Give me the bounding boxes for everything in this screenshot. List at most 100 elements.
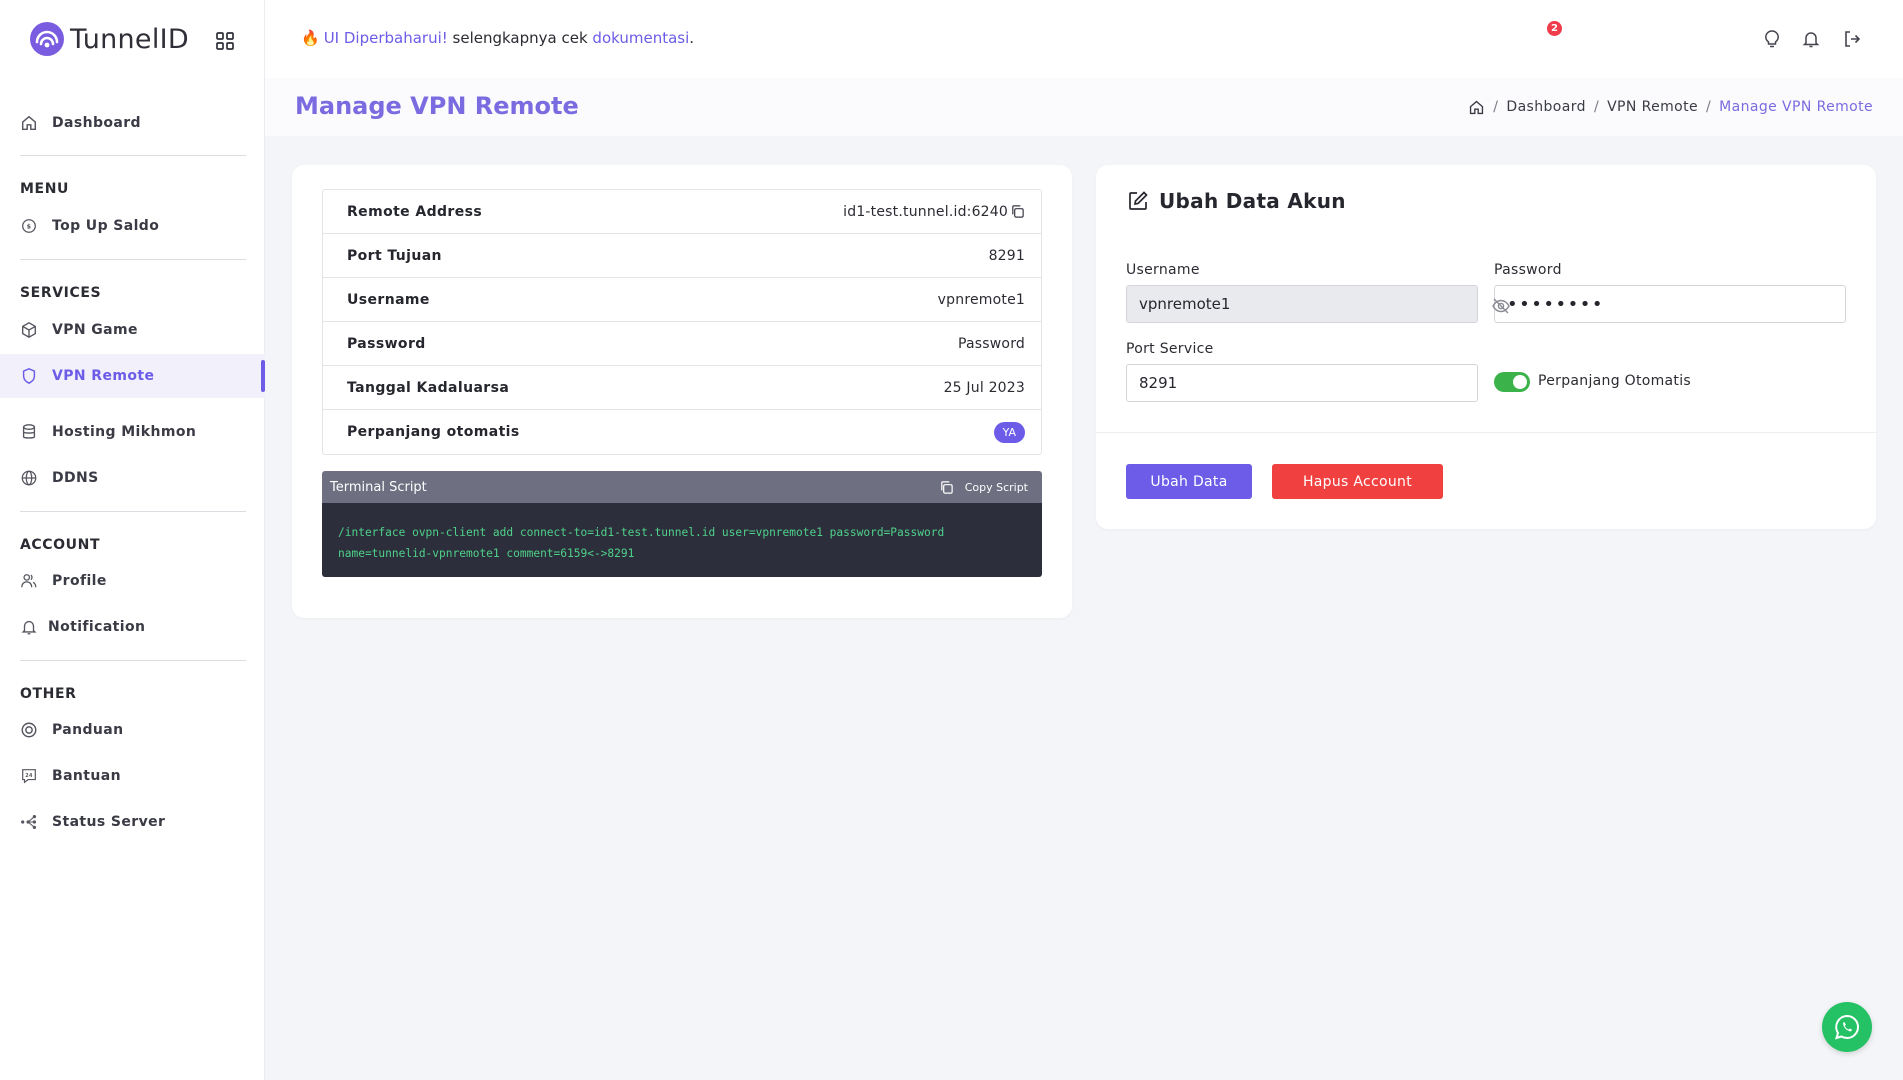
section-other: OTHER xyxy=(20,686,77,702)
divider xyxy=(20,259,246,260)
copy-script-button[interactable]: Copy Script xyxy=(939,479,1028,495)
breadcrumb-separator: / xyxy=(1593,99,1600,115)
edit-icon xyxy=(1126,189,1150,213)
password-field[interactable]: •••••••• xyxy=(1494,285,1846,323)
info-key: Username xyxy=(347,291,430,308)
page-title: Manage VPN Remote xyxy=(295,92,579,120)
sidebar-item-label: DDNS xyxy=(52,470,99,486)
port-service-label: Port Service xyxy=(1126,341,1214,357)
terminal-script-block: Terminal Script Copy Script /interface o… xyxy=(322,471,1042,577)
sidebar-item-hosting-mikhmon[interactable]: Hosting Mikhmon xyxy=(0,410,265,454)
sidebar-item-label: Hosting Mikhmon xyxy=(52,424,197,440)
sidebar-item-top-up[interactable]: $ Top Up Saldo xyxy=(0,204,265,248)
sidebar-item-ddns[interactable]: DDNS xyxy=(0,456,265,500)
divider xyxy=(20,511,246,512)
apps-grid-icon[interactable] xyxy=(214,30,236,52)
info-row-port-tujuan: Port Tujuan 8291 xyxy=(323,234,1041,278)
sidebar-item-vpn-remote[interactable]: VPN Remote xyxy=(0,354,265,398)
network-nodes-icon xyxy=(20,813,38,831)
database-icon xyxy=(20,423,38,441)
support-24-icon: 24 xyxy=(20,767,38,785)
divider xyxy=(20,155,246,156)
info-key: Tanggal Kadaluarsa xyxy=(347,379,510,396)
info-key: Port Tujuan xyxy=(347,247,442,264)
sidebar-item-label: Notification xyxy=(48,619,146,635)
info-key: Remote Address xyxy=(347,203,483,220)
sidebar-item-dashboard[interactable]: Dashboard xyxy=(0,101,265,145)
port-service-field[interactable]: 8291 xyxy=(1126,364,1478,402)
update-data-button[interactable]: Ubah Data xyxy=(1126,464,1252,499)
info-row-password: Password Password xyxy=(323,322,1041,366)
section-services: SERVICES xyxy=(20,285,102,301)
username-field: vpnremote1 xyxy=(1126,285,1478,323)
section-account: ACCOUNT xyxy=(20,537,101,553)
breadcrumb: / Dashboard / VPN Remote / Manage VPN Re… xyxy=(1467,98,1873,116)
status-badge: YA xyxy=(993,421,1025,443)
announcement: 🔥 UI Diperbaharui! selengkapnya cek doku… xyxy=(301,29,694,47)
info-value: Password xyxy=(958,335,1025,352)
cube-icon xyxy=(20,321,38,339)
page-header: Manage VPN Remote / Dashboard / VPN Remo… xyxy=(265,78,1903,136)
whatsapp-chat-button[interactable] xyxy=(1822,1002,1872,1052)
info-row-expiry-date: Tanggal Kadaluarsa 25 Jul 2023 xyxy=(323,366,1041,410)
sidebar-item-profile[interactable]: Profile xyxy=(0,559,265,603)
terminal-title: Terminal Script xyxy=(330,479,427,495)
sidebar-item-label: Dashboard xyxy=(52,115,141,131)
breadcrumb-vpn-remote[interactable]: VPN Remote xyxy=(1607,99,1698,115)
sidebar-item-label: Panduan xyxy=(52,722,124,738)
info-key: Password xyxy=(347,335,426,352)
info-key: Perpanjang otomatis xyxy=(347,424,520,440)
announcement-text: selengkapnya cek xyxy=(447,29,593,47)
vpn-info-table: Remote Address id1-test.tunnel.id:6240 P… xyxy=(322,189,1042,455)
sidebar-item-status-server[interactable]: Status Server xyxy=(0,800,265,844)
info-value: 25 Jul 2023 xyxy=(943,379,1025,396)
sidebar-item-label: Status Server xyxy=(52,814,166,830)
auto-renew-toggle[interactable] xyxy=(1494,372,1530,392)
logout-icon[interactable] xyxy=(1840,27,1864,51)
copy-icon[interactable] xyxy=(1009,204,1025,220)
edit-account-card: Ubah Data Akun Username vpnremote1 Passw… xyxy=(1096,165,1876,529)
svg-text:24: 24 xyxy=(25,773,33,779)
shield-icon xyxy=(20,367,38,385)
terminal-header: Terminal Script Copy Script xyxy=(322,471,1042,503)
info-row-username: Username vpnremote1 xyxy=(323,278,1041,322)
sidebar-item-vpn-game[interactable]: VPN Game xyxy=(0,308,265,352)
sidebar-item-notification[interactable]: Notification xyxy=(0,605,265,649)
notification-count-badge: 2 xyxy=(1547,21,1562,36)
sidebar-item-bantuan[interactable]: 24 Bantuan xyxy=(0,754,265,798)
breadcrumb-separator: / xyxy=(1706,99,1712,115)
copy-script-label: Copy Script xyxy=(964,480,1028,494)
tunnelid-logo-icon xyxy=(28,20,66,58)
whatsapp-icon xyxy=(1832,1012,1862,1042)
breadcrumb-dashboard[interactable]: Dashboard xyxy=(1506,99,1586,115)
sidebar-item-panduan[interactable]: Panduan xyxy=(0,708,265,752)
copy-icon xyxy=(939,479,955,495)
eye-off-icon[interactable] xyxy=(1490,295,1512,317)
terminal-code[interactable]: /interface ovpn-client add connect-to=id… xyxy=(322,503,1042,577)
breadcrumb-current: Manage VPN Remote xyxy=(1719,99,1873,115)
terminal-line: /interface ovpn-client add connect-to=id… xyxy=(338,526,945,539)
sidebar-item-label: VPN Game xyxy=(52,322,138,338)
divider xyxy=(1096,432,1876,433)
sidebar-item-label: Top Up Saldo xyxy=(52,218,160,234)
home-icon xyxy=(20,114,38,132)
password-label: Password xyxy=(1494,262,1562,278)
info-value: 8291 xyxy=(988,247,1025,264)
section-menu: MENU xyxy=(20,181,69,197)
auto-renew-label: Perpanjang Otomatis xyxy=(1538,373,1691,389)
sidebar-item-label: Bantuan xyxy=(52,768,121,784)
documentation-link[interactable]: dokumentasi xyxy=(592,29,689,47)
notification-bell-icon[interactable] xyxy=(1799,27,1823,51)
lightbulb-icon[interactable] xyxy=(1760,27,1784,51)
lifebuoy-icon xyxy=(20,721,38,739)
info-value: id1-test.tunnel.id:6240 xyxy=(843,204,1025,220)
fire-icon: 🔥 xyxy=(301,29,320,47)
info-value: vpnremote1 xyxy=(937,291,1025,308)
breadcrumb-home-icon[interactable] xyxy=(1467,98,1485,116)
announcement-end: . xyxy=(689,29,695,47)
bell-icon xyxy=(20,618,38,636)
announcement-link[interactable]: UI Diperbaharui! xyxy=(324,29,448,47)
topbar: 🔥 UI Diperbaharui! selengkapnya cek doku… xyxy=(265,0,1903,78)
sidebar: TunnelID Dashboard MENU $ Top Up Saldo S… xyxy=(0,0,265,1080)
delete-account-button[interactable]: Hapus Account xyxy=(1272,464,1443,499)
